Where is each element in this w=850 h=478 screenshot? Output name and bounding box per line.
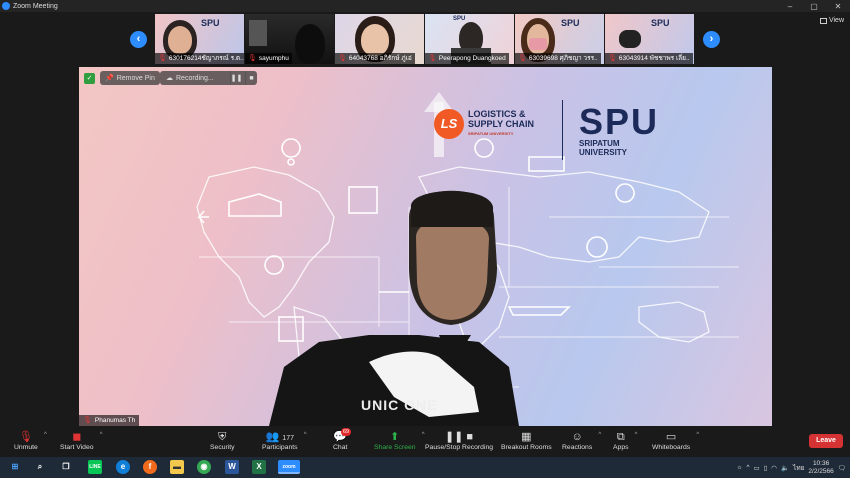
chat-badge: 69 (341, 428, 352, 436)
unmute-button[interactable]: 🎙 Unmute ^ (14, 430, 47, 451)
participant-name: 🎙 63043914 พัชชาพร เลี่ย.. (605, 53, 693, 64)
edge-app-icon[interactable]: e (116, 460, 130, 474)
security-shield-icon: ✓ (84, 73, 95, 84)
start-video-button[interactable]: ◼ Start Video ^ (60, 430, 103, 451)
participant-thumbnail[interactable]: 🎙 64043768 อภิรักษ์ ภู่เอ่ (335, 14, 424, 64)
view-button[interactable]: View (819, 17, 844, 24)
zoom-app-icon[interactable]: zoom (278, 460, 300, 474)
participant-name: 🎙 630176214ชัญาภรณ์ ร.ต.. (155, 53, 244, 64)
pause-stop-icon: ❚❚ ■ (444, 431, 474, 443)
chevron-up-icon[interactable]: ^ (100, 432, 103, 438)
whiteboards-button[interactable]: ▭ Whiteboards ^ (652, 430, 699, 451)
participants-button[interactable]: 👥 177 Participants ^ (262, 430, 307, 451)
breakout-rooms-button[interactable]: ▦ Breakout Rooms (501, 430, 552, 451)
security-button[interactable]: ⛨ Security (210, 430, 235, 451)
mic-muted-icon: 🎙 (518, 55, 527, 62)
mic-muted-icon: 🎙 (158, 55, 167, 62)
participant-name: 🎙 sayumphu (245, 53, 292, 64)
participant-name: 🎙 63039698 ศุภิชญา วรร.. (515, 53, 601, 64)
chrome-app-icon[interactable]: ◉ (197, 460, 211, 474)
participant-thumbnail[interactable]: 🎙 sayumphu (245, 14, 334, 64)
participant-thumbnail[interactable]: SPU 🎙 630176214ชัญาภรณ์ ร.ต.. (155, 14, 244, 64)
share-screen-button[interactable]: ⬆ Share Screen ^ (374, 430, 425, 451)
chevron-up-icon[interactable]: ^ (304, 432, 307, 438)
window-title: Zoom Meeting (13, 2, 58, 10)
zoom-window: Zoom Meeting – ▢ ✕ View ‹ › SPU 🎙 6301762… (0, 0, 850, 478)
task-view-icon[interactable]: ❐ (59, 460, 73, 474)
search-icon[interactable]: ⌕ (33, 460, 47, 474)
wifi-icon[interactable]: ◠ (771, 464, 777, 472)
logistics-logo: LS LOGISTICS & SUPPLY CHAIN SRIPATUM UNI… (434, 109, 534, 139)
title-bar: Zoom Meeting – ▢ ✕ (0, 0, 850, 12)
prev-page-button[interactable]: ‹ (130, 31, 147, 48)
mic-off-icon: 🎙 (18, 431, 33, 443)
weather-icon[interactable]: ☼ (737, 464, 743, 471)
chat-button[interactable]: 💬 69 Chat (333, 428, 352, 451)
reactions-button[interactable]: ☺ Reactions ^ (562, 430, 601, 451)
minimize-button[interactable]: – (778, 0, 802, 12)
participant-thumbnail[interactable]: SPU 🎙 63039698 ศุภิชญา วรร.. (515, 14, 604, 64)
pause-stop-recording-button[interactable]: ❚❚ ■ Pause/Stop Recording (425, 430, 493, 451)
participants-icon: 👥 177 (265, 431, 294, 443)
network-icon[interactable]: ▭ (754, 464, 760, 472)
excel-app-icon[interactable]: X (252, 460, 266, 474)
spu-logo: SPU SRIPATUM UNIVERSITY (579, 101, 660, 158)
line-app-icon[interactable]: LINE (88, 460, 102, 474)
next-page-button[interactable]: › (703, 31, 720, 48)
system-tray: ☼ ^ ▭ ▯ ◠ 🔈 ไทย 10:36 2/2/2566 🗨 (737, 457, 850, 478)
stop-recording-button[interactable]: ■ (245, 71, 257, 85)
close-button[interactable]: ✕ (826, 0, 850, 12)
leave-button[interactable]: Leave (809, 434, 843, 448)
whiteboard-icon: ▭ (665, 431, 677, 443)
apps-button[interactable]: ⧉ Apps ^ (613, 430, 638, 451)
mic-muted-icon: 🎙 (248, 55, 257, 62)
apps-icon: ⧉ (616, 431, 625, 443)
participant-thumbnail[interactable]: SPU 🎙 63043914 พัชชาพร เลี่ย.. (605, 14, 694, 64)
clock[interactable]: 10:36 2/2/2566 (808, 460, 833, 476)
shirt-print: UNIC ONE (361, 397, 438, 413)
participant-name: 🎙 Peerapong Duangkoed (425, 53, 509, 64)
share-screen-icon: ⬆ (390, 431, 400, 443)
mic-muted-icon: 🎙 (83, 417, 92, 424)
chevron-up-icon[interactable]: ^ (44, 432, 47, 438)
chevron-up-icon[interactable]: ^ (746, 464, 749, 471)
meeting-toolbar: 🎙 Unmute ^ ◼ Start Video ^ ⛨ Security 👥 … (0, 426, 850, 457)
volume-icon[interactable]: 🔈 (781, 464, 789, 472)
reactions-icon: ☺ (571, 431, 583, 443)
video-off-icon: ◼ (72, 431, 82, 443)
speaker-name-badge: 🎙 Phanumas Th (79, 415, 140, 426)
main-video: ✓ 📌 Remove Pin ☁ Recording... ❚❚ ■ LS LO… (79, 67, 772, 426)
language-indicator[interactable]: ไทย (793, 463, 804, 473)
world-map-background (196, 92, 739, 426)
grid-icon (819, 17, 827, 24)
battery-icon[interactable]: ▯ (764, 464, 768, 472)
recording-indicator: ☁ Recording... ❚❚ ■ (160, 71, 257, 85)
maximize-button[interactable]: ▢ (802, 0, 826, 12)
breakout-grid-icon: ▦ (521, 431, 532, 443)
mic-muted-icon: 🎙 (428, 55, 437, 62)
mic-muted-icon: 🎙 (608, 55, 617, 62)
pin-icon: 📌 (105, 75, 114, 82)
windows-start-icon[interactable]: ⊞ (8, 460, 22, 474)
logo-divider (562, 100, 563, 160)
file-explorer-icon[interactable]: ▬ (170, 460, 184, 474)
mic-muted-icon: 🎙 (338, 55, 347, 62)
chevron-up-icon[interactable]: ^ (635, 432, 638, 438)
chevron-up-icon[interactable]: ^ (696, 432, 699, 438)
cloud-icon: ☁ (166, 75, 173, 82)
speaker-figure (269, 190, 519, 426)
shield-icon: ⛨ (218, 431, 227, 443)
notifications-icon[interactable]: 🗨 (838, 464, 846, 472)
participant-thumbnail[interactable]: SPU 🎙 Peerapong Duangkoed (425, 14, 514, 64)
chevron-up-icon[interactable]: ^ (598, 432, 601, 438)
windows-taskbar: ⊞ ⌕ ❐ LINE e f ▬ ◉ W X zoom ☼ ^ ▭ ▯ ◠ 🔈 … (0, 457, 850, 478)
remove-pin-button[interactable]: 📌 Remove Pin (100, 71, 160, 85)
participant-name: 🎙 64043768 อภิรักษ์ ภู่เอ่ (335, 53, 415, 64)
view-label: View (828, 17, 844, 24)
word-app-icon[interactable]: W (225, 460, 239, 474)
zoom-logo-icon (2, 2, 10, 10)
firefox-app-icon[interactable]: f (143, 460, 157, 474)
pause-recording-button[interactable]: ❚❚ (230, 71, 242, 85)
